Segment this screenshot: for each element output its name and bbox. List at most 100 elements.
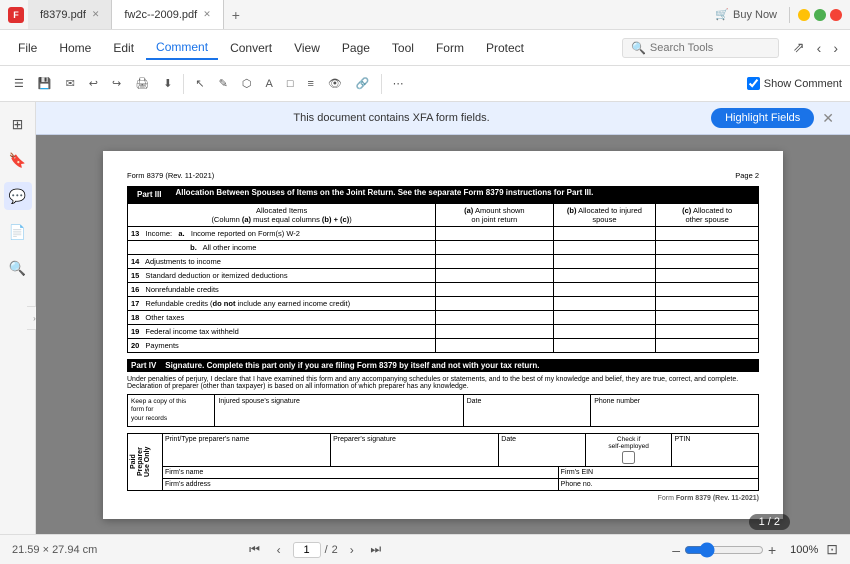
forward-icon[interactable]: › <box>829 38 842 58</box>
menu-edit[interactable]: Edit <box>103 37 144 59</box>
row-14-cola <box>436 255 553 269</box>
self-employed-checkbox[interactable] <box>622 451 635 464</box>
back-icon[interactable]: ‹ <box>813 38 826 58</box>
left-sidebar: ⊞ 🔖 💬 📄 🔍 › <box>0 102 36 534</box>
zoom-out-button[interactable]: – <box>672 542 680 558</box>
menu-convert[interactable]: Convert <box>220 37 282 59</box>
toolbar-cursor-icon[interactable]: ↖ <box>189 74 210 93</box>
minimize-button[interactable] <box>798 9 810 21</box>
menu-page[interactable]: Page <box>332 37 380 59</box>
toolbar-list-icon[interactable]: ≡ <box>301 75 319 93</box>
phone-cell: Phone number <box>591 395 758 426</box>
page-number-input[interactable] <box>293 542 321 558</box>
last-page-button[interactable]: ⏭ <box>366 540 386 560</box>
menu-form[interactable]: Form <box>426 37 474 59</box>
phone-label: Phone number <box>594 398 640 405</box>
menu-protect[interactable]: Protect <box>476 37 534 59</box>
toolbar-redo-icon[interactable]: ↪ <box>106 74 127 93</box>
buy-now-area: 🛒 Buy Now <box>715 8 777 21</box>
close-button[interactable] <box>830 9 842 21</box>
toolbar-undo-icon[interactable]: ↩ <box>83 74 104 93</box>
close-tab-icon[interactable]: ✕ <box>203 9 211 20</box>
close-tab-icon[interactable]: ✕ <box>92 9 100 20</box>
tab-bar: f8379.pdf ✕ fw2c--2009.pdf ✕ + <box>28 0 368 29</box>
menu-home[interactable]: Home <box>49 37 101 59</box>
sidebar-search-icon[interactable]: 🔍 <box>4 254 32 282</box>
tab-f8379[interactable]: f8379.pdf ✕ <box>28 0 112 29</box>
show-comment-area: Show Comment <box>747 77 842 90</box>
row-15-label: 15 Standard deduction or itemized deduct… <box>128 269 436 283</box>
col-c-header: (c) Allocated toother spouse <box>656 204 759 227</box>
first-page-button[interactable]: ⏮ <box>245 540 265 560</box>
row-13a: 13 Income: a. Income reported on Form(s)… <box>128 227 759 241</box>
part-iv-header: Part IV Signature. Complete this part on… <box>127 359 759 372</box>
row-18-cola <box>436 311 553 325</box>
buy-now-label[interactable]: Buy Now <box>733 9 777 21</box>
toolbar-rect-icon[interactable]: □ <box>281 75 300 93</box>
menu-bar: File Home Edit Comment Convert View Page… <box>0 30 850 66</box>
toolbar-link-icon[interactable]: 🔗 <box>350 74 376 93</box>
prev-page-button[interactable]: ‹ <box>269 540 289 560</box>
app-icon: F <box>8 7 24 23</box>
menu-view[interactable]: View <box>284 37 330 59</box>
search-tools-box[interactable]: 🔍 <box>622 38 779 58</box>
total-pages: 2 <box>332 544 338 556</box>
toolbar-shape-icon[interactable]: ⬡ <box>236 74 258 93</box>
sidebar-pages-icon[interactable]: 📄 <box>4 218 32 246</box>
row-17-colb <box>553 297 656 311</box>
row-14-colc <box>656 255 759 269</box>
page-navigation: ⏮ ‹ / 2 › ⏭ <box>245 540 386 560</box>
row-20-colb <box>553 339 656 353</box>
pdf-area: Form 8379 (Rev. 11-2021) Page 2 Part III… <box>36 135 850 534</box>
next-page-button[interactable]: › <box>342 540 362 560</box>
new-tab-button[interactable]: + <box>224 0 248 29</box>
show-comment-label: Show Comment <box>764 78 842 90</box>
row-19-colb <box>553 325 656 339</box>
maximize-button[interactable] <box>814 9 826 21</box>
preparer-row3: Firm's address Phone no. <box>163 479 758 490</box>
show-comment-checkbox[interactable] <box>747 77 760 90</box>
sidebar-comments-icon[interactable]: 💬 <box>4 182 32 210</box>
row-13b-colc <box>656 241 759 255</box>
zoom-in-button[interactable]: + <box>768 542 776 558</box>
toolbar-menu-icon[interactable]: ☰ <box>8 74 30 93</box>
row-14-label: 14 Adjustments to income <box>128 255 436 269</box>
row-19-cola <box>436 325 553 339</box>
row-13b-cola <box>436 241 553 255</box>
row-13b: b. All other income <box>128 241 759 255</box>
row-19-colc <box>656 325 759 339</box>
col-b-header: (b) Allocated to injuredspouse <box>553 204 656 227</box>
row-20: 20 Payments <box>128 339 759 353</box>
search-tools-input[interactable] <box>650 42 770 54</box>
toolbar-eye-icon[interactable]: 👁 <box>322 74 348 93</box>
pdf-page: Form 8379 (Rev. 11-2021) Page 2 Part III… <box>103 151 783 519</box>
toolbar-text-icon[interactable]: A <box>259 75 278 93</box>
toolbar-email-icon[interactable]: ✉ <box>60 74 81 93</box>
menu-tool[interactable]: Tool <box>382 37 424 59</box>
row-13b-colb <box>553 241 656 255</box>
toolbar-pen-icon[interactable]: ✎ <box>213 74 234 93</box>
highlight-fields-button[interactable]: Highlight Fields <box>711 108 814 128</box>
footer-note: Form Form 8379 (Rev. 11-2021) <box>127 495 759 502</box>
toolbar-print-icon[interactable]: 🖨 <box>129 74 155 93</box>
toolbar-sep-1 <box>183 74 184 94</box>
menu-comment[interactable]: Comment <box>146 36 218 60</box>
toolbar-dropdown-icon[interactable]: ⬇ <box>157 74 178 93</box>
toolbar-save-icon[interactable]: 💾 <box>32 74 58 93</box>
zoom-controls: – + 100% ⊡ <box>672 541 838 558</box>
tab-fw2c[interactable]: fw2c--2009.pdf ✕ <box>112 0 223 29</box>
row-18-colc <box>656 311 759 325</box>
sidebar-bookmarks-icon[interactable]: 🔖 <box>4 146 32 174</box>
toolbar-more-icon[interactable]: ⋯ <box>387 74 410 93</box>
fit-page-button[interactable]: ⊡ <box>826 541 838 558</box>
share-icon[interactable]: ⇗ <box>789 37 809 58</box>
row-13b-label: b. All other income <box>128 241 436 255</box>
sidebar-thumbnails-icon[interactable]: ⊞ <box>4 110 32 138</box>
date1-label: Date <box>467 398 482 405</box>
zoom-slider[interactable] <box>684 542 764 558</box>
row-16-label: 16 Nonrefundable credits <box>128 283 436 297</box>
notification-close-icon[interactable]: ✕ <box>822 110 834 127</box>
paid-preparer-section: PaidPreparerUse Only Print/Type preparer… <box>127 433 759 491</box>
menu-file[interactable]: File <box>8 37 47 59</box>
row-15: 15 Standard deduction or itemized deduct… <box>128 269 759 283</box>
